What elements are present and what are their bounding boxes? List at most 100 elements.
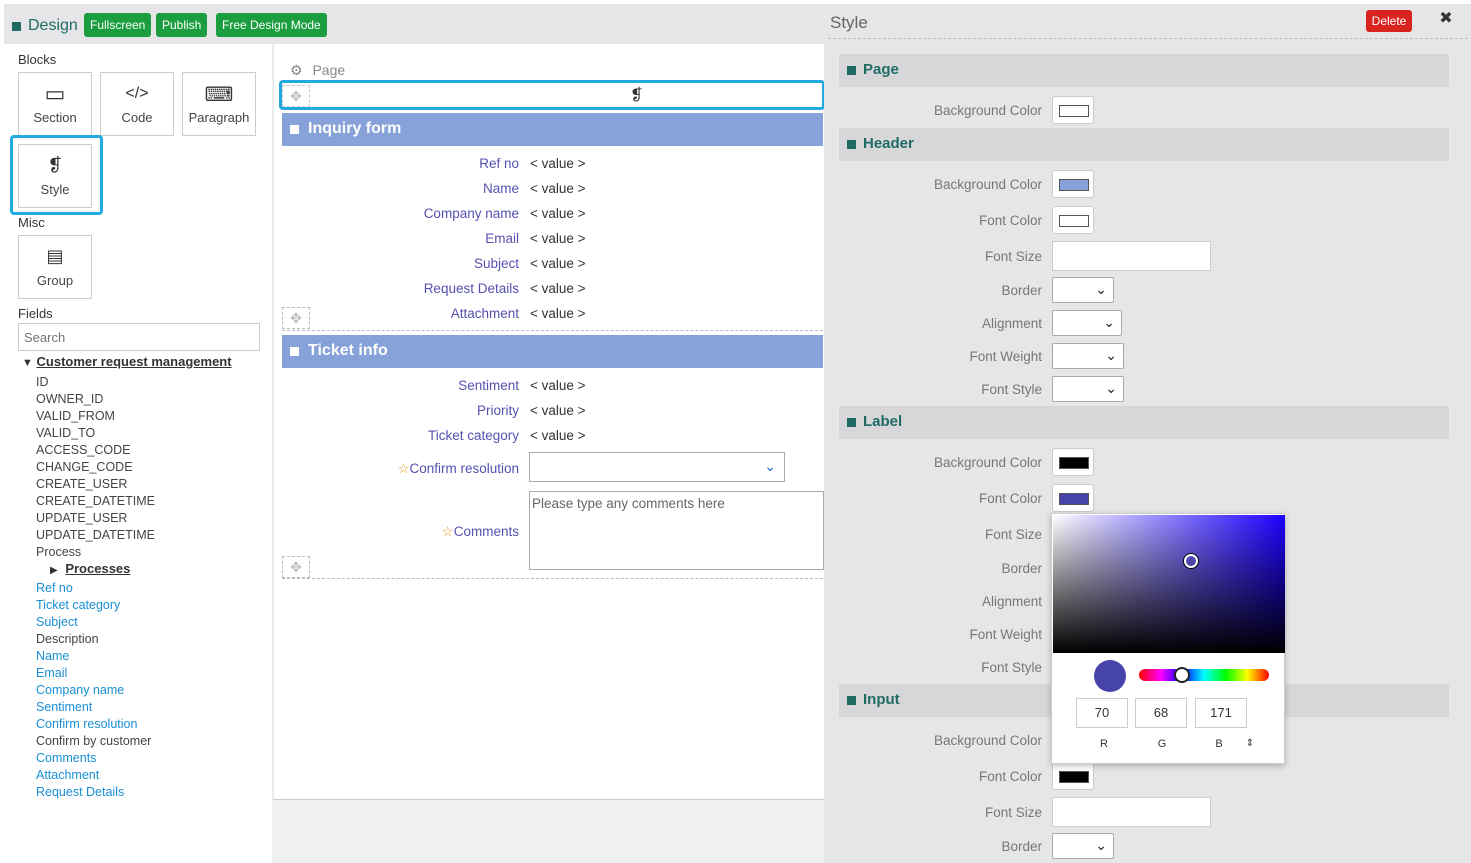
processes-node[interactable]: ▶ Processes (50, 561, 130, 576)
close-icon[interactable]: ✖ (1436, 8, 1456, 32)
page-heading: ⚙ Page (290, 62, 345, 79)
tree-field-item[interactable]: Confirm resolution (36, 716, 137, 733)
paragraph-block[interactable]: ⌨ Paragraph (182, 72, 256, 136)
form-field-value: < value > (530, 231, 586, 246)
form-field-value: < value > (530, 428, 586, 443)
tree-field-item[interactable]: Request Details (36, 784, 124, 801)
tree-field-item[interactable]: Comments (36, 750, 96, 767)
header-background-color-label: Background Color (933, 177, 1042, 192)
tree-field-item[interactable]: Process (36, 544, 81, 561)
input-font-color-swatch[interactable] (1052, 762, 1094, 790)
tree-field-item[interactable]: Ticket category (36, 597, 120, 614)
saturation-value-area[interactable] (1053, 515, 1285, 653)
header-font-size-label: Font Size (984, 249, 1042, 264)
page-background-color-swatch[interactable] (1052, 96, 1094, 124)
input-font-size-input[interactable] (1052, 797, 1211, 827)
ticket-header-square-icon (290, 347, 299, 356)
tree-field-item[interactable]: Attachment (36, 767, 99, 784)
group-block-label: Group (36, 273, 74, 288)
input-border-label: Border (1001, 839, 1042, 854)
tree-field-item[interactable]: VALID_TO (36, 425, 95, 442)
tree-root-label: Customer request management (36, 354, 232, 369)
page-style-title: Page (863, 61, 899, 78)
confirm-resolution-select[interactable]: ⌄ (529, 452, 785, 482)
comments-textarea[interactable]: Please type any comments here (529, 491, 824, 570)
fullscreen-button[interactable]: Fullscreen (84, 13, 152, 37)
code-block[interactable]: </> Code (100, 72, 174, 136)
header-font-color-swatch[interactable] (1052, 206, 1094, 234)
color-preview (1094, 660, 1126, 692)
form-field-value: < value > (530, 403, 586, 418)
header-border-select[interactable]: ⌄ (1052, 277, 1114, 303)
header-font-weight-select[interactable]: ⌄ (1052, 343, 1124, 369)
label-font-color-swatch[interactable] (1052, 484, 1094, 512)
hue-slider-knob[interactable] (1174, 667, 1190, 683)
inquiry-form-header: Inquiry form (282, 113, 823, 146)
hue-slider[interactable] (1139, 669, 1269, 681)
label-background-color-swatch[interactable] (1052, 448, 1094, 476)
tree-field-item[interactable]: Name (36, 648, 69, 665)
style-panel-title: Style (830, 13, 868, 32)
section-square-icon (847, 140, 856, 149)
tree-field-item[interactable]: CREATE_USER (36, 476, 127, 493)
tree-field-item[interactable]: OWNER_ID (36, 391, 103, 408)
section-block[interactable]: ▭ Section (18, 72, 92, 136)
expand-icon: ▼ (22, 357, 33, 369)
chevron-down-icon: ⌄ (1105, 380, 1117, 396)
tree-field-item[interactable]: VALID_FROM (36, 408, 115, 425)
confirm-resolution-label: ☆Confirm resolution (284, 461, 519, 477)
group-block[interactable]: ▤ Group (18, 235, 92, 299)
section-divider (282, 330, 823, 331)
color-cursor[interactable] (1184, 554, 1198, 568)
input-background-color-label: Background Color (933, 733, 1042, 748)
header-font-style-select[interactable]: ⌄ (1052, 376, 1124, 402)
tree-field-item[interactable]: Sentiment (36, 699, 92, 716)
keyboard-icon: ⌨ (204, 84, 234, 106)
header-font-weight-label: Font Weight (969, 349, 1042, 364)
color-mode-toggle-icon[interactable]: ⇕ (1224, 738, 1276, 749)
design-toolbar: Design Fullscreen Publish Free Design Mo… (4, 4, 824, 44)
inquiry-form-title: Inquiry form (308, 120, 402, 137)
form-field-label: Request Details (423, 281, 519, 296)
tree-field-item[interactable]: CREATE_DATETIME (36, 493, 155, 510)
tree-field-item[interactable]: UPDATE_DATETIME (36, 527, 155, 544)
header-font-size-input[interactable] (1052, 241, 1211, 271)
move-handle[interactable]: ✥ (282, 307, 310, 329)
tree-field-item[interactable]: Company name (36, 682, 124, 699)
tree-field-item[interactable]: Confirm by customer (36, 733, 151, 750)
form-field-label: Ticket category (427, 428, 519, 443)
green-input[interactable]: 68 (1135, 698, 1187, 728)
tree-field-item[interactable]: Description (36, 631, 99, 648)
tree-root[interactable]: ▼ Customer request management (22, 354, 232, 369)
blue-input[interactable]: 171 (1195, 698, 1247, 728)
field-search-input[interactable] (18, 323, 260, 351)
label-font-color-label: Font Color (978, 491, 1042, 506)
header-background-color-swatch[interactable] (1052, 170, 1094, 198)
free-design-mode-button[interactable]: Free Design Mode (216, 13, 327, 37)
tree-field-item[interactable]: UPDATE_USER (36, 510, 127, 527)
tree-field-item[interactable]: Email (36, 665, 67, 682)
input-border-select[interactable]: ⌄ (1052, 833, 1114, 859)
red-input[interactable]: 70 (1076, 698, 1128, 728)
header-alignment-select[interactable]: ⌄ (1052, 310, 1122, 336)
move-handle[interactable]: ✥ (282, 556, 310, 578)
header-font-style-label: Font Style (981, 382, 1042, 397)
fields-heading: Fields (18, 306, 53, 321)
section-square-icon (847, 696, 856, 705)
color-picker: 70 68 171 R G B ⇕ (1051, 513, 1285, 764)
tree-field-item[interactable]: CHANGE_CODE (36, 459, 133, 476)
design-square-icon (12, 22, 21, 31)
tree-field-item[interactable]: ID (36, 374, 49, 391)
tree-field-item[interactable]: Ref no (36, 580, 73, 597)
tree-field-item[interactable]: ACCESS_CODE (36, 442, 130, 459)
chevron-down-icon: ⌄ (1095, 837, 1107, 853)
color-swatch-fill (1059, 215, 1089, 227)
form-field-value: < value > (530, 256, 586, 271)
style-block[interactable]: ❡ Style (18, 144, 92, 208)
publish-button[interactable]: Publish (156, 13, 208, 37)
tree-field-item[interactable]: Subject (36, 614, 78, 631)
delete-button[interactable]: Delete (1366, 10, 1412, 32)
form-field-label: Subject (473, 256, 519, 271)
color-swatch-fill (1059, 105, 1089, 117)
move-handle[interactable]: ✥ (282, 85, 310, 107)
